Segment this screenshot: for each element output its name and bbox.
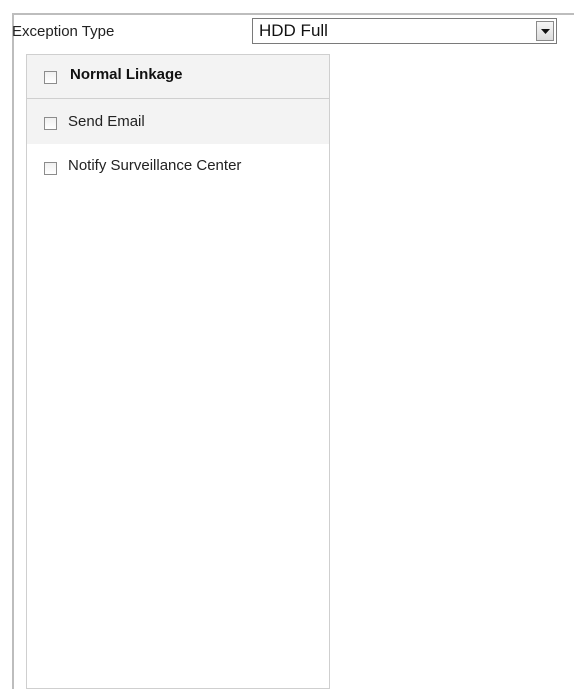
send-email-checkbox[interactable] (44, 117, 57, 130)
normal-linkage-header: Normal Linkage (27, 55, 329, 99)
exception-type-select[interactable]: HDD Full (252, 18, 557, 44)
exception-type-value: HDD Full (259, 21, 328, 40)
send-email-label: Send Email (68, 113, 145, 130)
notify-surveillance-center-label: Notify Surveillance Center (68, 157, 242, 174)
normal-linkage-label: Normal Linkage (70, 66, 183, 83)
exception-type-label: Exception Type (12, 23, 115, 40)
notify-surveillance-center-checkbox[interactable] (44, 162, 57, 175)
dropdown-button[interactable] (536, 21, 554, 41)
chevron-down-icon (541, 29, 550, 34)
list-item-send-email: Send Email (27, 99, 329, 144)
list-item-notify-surveillance-center: Notify Surveillance Center (27, 144, 329, 188)
normal-linkage-checkbox[interactable] (44, 71, 57, 84)
linkage-panel: Normal Linkage Send Email Notify Surveil… (26, 54, 330, 689)
